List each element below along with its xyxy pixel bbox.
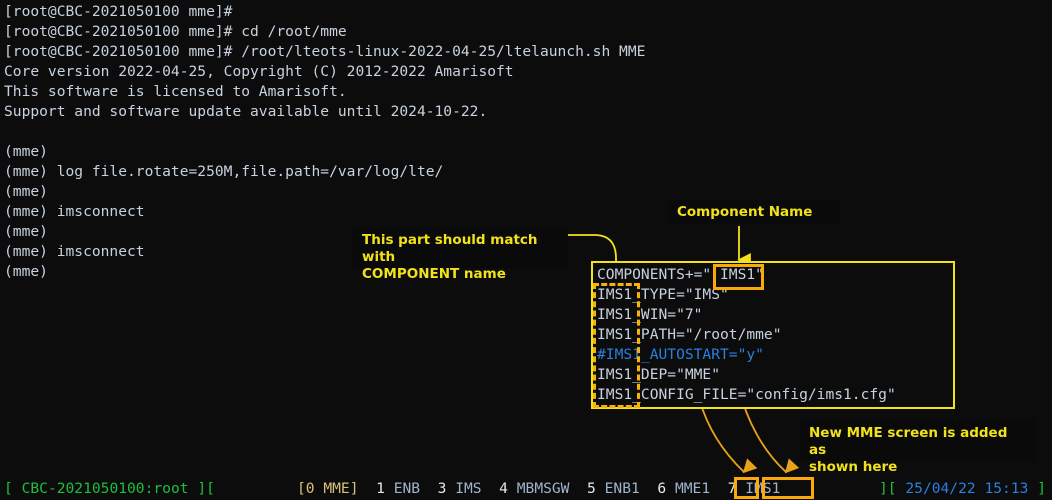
status-window-number: 5 <box>587 480 596 497</box>
status-window-name: MBMSGW <box>516 480 570 497</box>
status-window-name: ENB <box>393 480 421 497</box>
status-window-4[interactable]: 4 MBMSGW <box>499 480 569 497</box>
status-window-number: 6 <box>657 480 667 497</box>
status-window-number: 4 <box>499 480 508 497</box>
status-window-6[interactable]: 6 MME1 <box>657 480 710 497</box>
status-window-1[interactable]: 1 ENB <box>376 480 420 497</box>
status-window-5[interactable]: 5 ENB1 <box>587 480 640 497</box>
status-bracket-close: ][ <box>197 480 215 497</box>
status-bracket-open-right: ][ <box>879 480 897 497</box>
terminal-line: [root@CBC-2021050100 mme]# cd /root/mme <box>4 23 347 40</box>
config-line: IMS1_PATH="/root/mme" <box>597 326 782 343</box>
terminal-line: This software is licensed to Amarisoft. <box>4 83 347 100</box>
terminal-line: (mme) <box>4 183 48 200</box>
terminal-line: Core version 2022-04-25, Copyright (C) 2… <box>4 63 514 80</box>
status-space <box>737 480 746 497</box>
status-space <box>385 480 394 497</box>
status-space <box>420 480 438 497</box>
status-window-3[interactable]: 3 IMS <box>438 480 482 497</box>
status-clock-segment: ][ 25/04/22 15:13 ] <box>879 478 1046 500</box>
config-line: IMS1_CONFIG_FILE="config/ims1.cfg" <box>597 386 896 403</box>
annotation-new-screen: New MME screen is added as shown here <box>800 419 1036 475</box>
status-bracket-open: [ <box>4 480 13 497</box>
config-line: IMS1_WIN="7" <box>597 306 703 323</box>
status-bracket-close-right: ] <box>1037 480 1046 497</box>
config-snippet-text[interactable]: COMPONENTS+=" IMS1" IMS1_TYPE="IMS" IMS1_W… <box>597 265 896 405</box>
status-window-current-label: [0 MME] <box>297 480 359 497</box>
status-window-name: IMS <box>455 480 482 497</box>
status-window-name: IMS1 <box>745 480 781 497</box>
status-host-segment: [ CBC-2021050100:root ][ <box>4 478 215 500</box>
status-window-number: 7 <box>727 480 737 497</box>
annotation-match-component: This part should match with COMPONENT na… <box>353 226 568 282</box>
terminal-line: [root@CBC-2021050100 mme]# <box>4 3 233 20</box>
status-space <box>1028 480 1037 497</box>
terminal-line: (mme) imsconnect <box>4 203 145 220</box>
terminal-screenshot: [root@CBC-2021050100 mme]# [root@CBC-2021… <box>0 0 1052 500</box>
status-hostname: CBC-2021050100:root <box>12 480 198 497</box>
terminal-line: (mme) log file.rotate=250M,file.path=/va… <box>4 163 444 180</box>
status-time: 15:13 <box>984 480 1029 497</box>
config-line: IMS1_DEP="MME" <box>597 366 721 383</box>
tmux-status-bar[interactable]: [ CBC-2021050100:root ][ [0 MME] 1 ENB 3… <box>0 478 1052 500</box>
status-window-0[interactable]: [0 MME] <box>297 480 359 497</box>
status-window-name: ENB1 <box>604 480 640 497</box>
status-space <box>446 480 455 497</box>
terminal-line: (mme) <box>4 143 48 160</box>
status-space <box>666 480 675 497</box>
status-space <box>640 480 658 497</box>
status-space <box>508 480 517 497</box>
status-space <box>482 480 500 497</box>
terminal-line: Support and software update available un… <box>4 103 488 120</box>
status-space <box>710 480 728 497</box>
status-space <box>596 480 605 497</box>
status-window-7[interactable]: 7 IMS1 <box>728 480 781 497</box>
config-line: COMPONENTS+=" IMS1" <box>597 266 764 283</box>
status-window-list[interactable]: [0 MME] 1 ENB 3 IMS 4 MBMSGW 5 ENB1 6 MM… <box>297 478 780 500</box>
terminal-line: [root@CBC-2021050100 mme]# /root/lteots-… <box>4 43 646 60</box>
config-line: #IMS1_AUTOSTART="y" <box>597 346 764 363</box>
config-line: IMS1_TYPE="IMS" <box>597 286 729 303</box>
status-space <box>569 480 587 497</box>
status-date: 25/04/22 <box>905 480 976 497</box>
status-window-number: 1 <box>376 480 385 497</box>
status-space <box>359 480 377 497</box>
status-window-name: MME1 <box>674 480 711 497</box>
annotation-component-name: Component Name <box>667 200 839 224</box>
